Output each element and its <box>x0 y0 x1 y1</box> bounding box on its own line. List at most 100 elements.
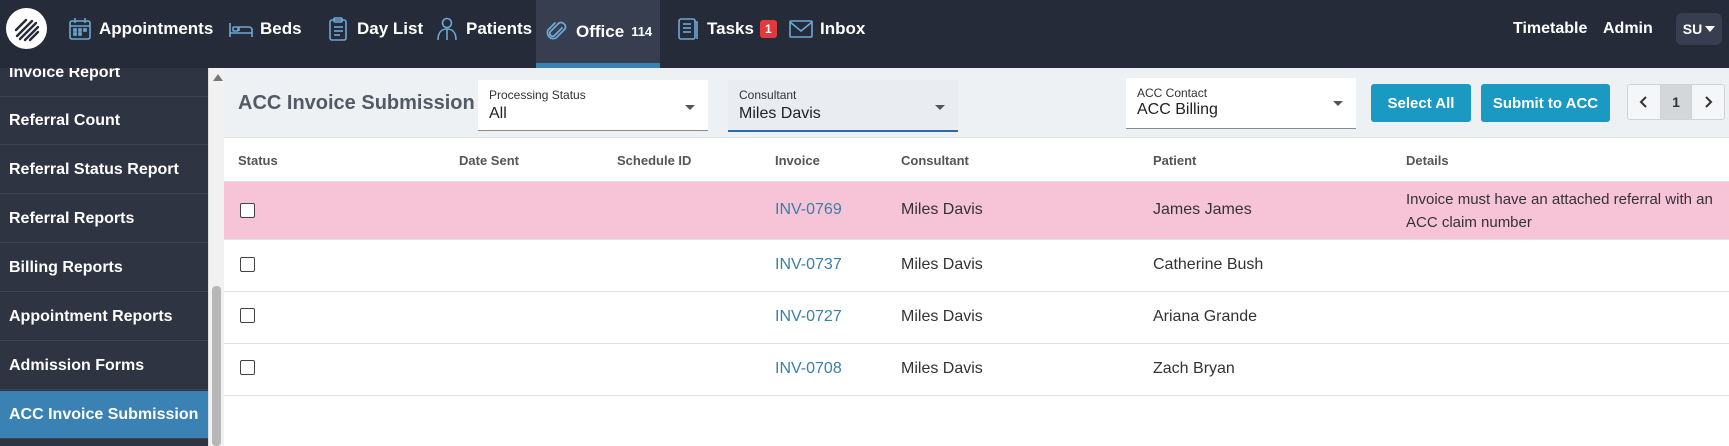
table-row[interactable]: INV-0708 Miles Davis Zach Bryan <box>224 344 1729 396</box>
sidebar-item-appointment-reports[interactable]: Appointment Reports <box>0 293 208 341</box>
next-page-button[interactable] <box>1692 85 1724 119</box>
nav-office[interactable]: Office 114 <box>536 0 661 68</box>
nav-beds[interactable]: Beds <box>228 0 302 58</box>
consultant-cell: Miles Davis <box>901 201 983 218</box>
nav-label: Appointments <box>99 19 214 38</box>
office-count-badge: 114 <box>631 24 653 39</box>
sidebar-item-admission-forms[interactable]: Admission Forms <box>0 342 208 390</box>
consultant-cell: Miles Davis <box>901 360 983 377</box>
admin-link[interactable]: Admin <box>1603 0 1653 58</box>
table-row[interactable]: INV-0769 Miles Davis James James Invoice… <box>224 182 1729 240</box>
scroll-up-arrow-icon[interactable] <box>213 74 223 81</box>
invoice-table: Status Date Sent Schedule ID Invoice Con… <box>224 139 1729 446</box>
calendar-icon <box>69 18 91 40</box>
column-header-invoice[interactable]: Invoice <box>775 153 820 168</box>
pagination: 1 <box>1627 84 1725 120</box>
column-header-consultant[interactable]: Consultant <box>901 153 969 168</box>
processing-status-select[interactable]: Processing Status All <box>478 80 708 131</box>
app-logo[interactable] <box>6 8 47 49</box>
column-header-status[interactable]: Status <box>238 153 278 168</box>
patient-cell: Zach Bryan <box>1153 360 1235 377</box>
sidebar-item-label: ACC Invoice Submission <box>9 405 199 423</box>
sidebar-item-acc-invoice-submission[interactable]: ACC Invoice Submission <box>0 391 208 439</box>
sidebar-item-label: Referral Count <box>9 111 121 129</box>
invoice-link[interactable]: INV-0708 <box>775 360 842 378</box>
row-checkbox[interactable] <box>240 257 255 272</box>
sidebar-item-referral-reports[interactable]: Referral Reports <box>0 195 208 243</box>
select-value: Miles Davis <box>739 105 821 122</box>
nav-appointments[interactable]: Appointments <box>67 0 213 58</box>
nav-label: Day List <box>357 19 424 38</box>
column-header-patient[interactable]: Patient <box>1153 153 1196 168</box>
row-checkbox[interactable] <box>240 308 255 323</box>
patient-cell: Ariana Grande <box>1153 308 1258 325</box>
select-all-button[interactable]: Select All <box>1371 84 1471 122</box>
sidebar-item-label: Referral Reports <box>9 209 135 227</box>
invoice-link[interactable]: INV-0769 <box>775 201 842 219</box>
current-page[interactable]: 1 <box>1660 85 1692 119</box>
person-icon <box>437 17 457 41</box>
table-row[interactable]: INV-0737 Miles Davis Catherine Bush <box>224 240 1729 292</box>
sidebar-item-referral-status-report[interactable]: Referral Status Report <box>0 146 208 194</box>
nav-label: Patients <box>466 19 533 38</box>
timetable-link[interactable]: Timetable <box>1513 0 1587 58</box>
sidebar-item-label: Appointment Reports <box>9 307 173 325</box>
nav-tasks[interactable]: Tasks 1 <box>675 0 777 58</box>
select-value: ACC Billing <box>1137 101 1218 118</box>
acc-contact-select[interactable]: ACC Contact ACC Billing <box>1126 78 1356 129</box>
select-label: ACC Contact <box>1137 86 1208 100</box>
table-row[interactable]: INV-0727 Miles Davis Ariana Grande <box>224 292 1729 344</box>
table-header: Status Date Sent Schedule ID Invoice Con… <box>224 139 1729 182</box>
page-title: ACC Invoice Submission <box>238 92 475 114</box>
user-menu-button[interactable]: SU <box>1676 13 1722 45</box>
select-label: Consultant <box>739 88 797 102</box>
top-navigation-bar: Appointments Beds Day List Patients Offi… <box>0 0 1729 68</box>
sidebar: Invoice Report Referral Count Referral S… <box>0 68 208 446</box>
nav-label: Beds <box>260 19 302 38</box>
submit-to-acc-button[interactable]: Submit to ACC <box>1481 84 1610 122</box>
sidebar-item-label: Billing Reports <box>9 258 123 276</box>
dropdown-arrow-icon <box>1333 101 1343 106</box>
nav-day-list[interactable]: Day List <box>325 0 423 58</box>
chevron-left-icon <box>1639 96 1647 108</box>
envelope-icon <box>789 20 813 38</box>
list-icon <box>678 18 698 40</box>
invoice-link[interactable]: INV-0727 <box>775 308 842 326</box>
consultant-cell: Miles Davis <box>901 256 983 273</box>
nav-label: Inbox <box>820 19 866 38</box>
dropdown-arrow-icon <box>935 105 945 110</box>
column-header-schedule-id[interactable]: Schedule ID <box>617 153 691 168</box>
nav-inbox[interactable]: Inbox <box>788 0 865 58</box>
sidebar-scrollbar[interactable] <box>208 68 224 446</box>
consultant-cell: Miles Davis <box>901 308 983 325</box>
scrollbar-thumb[interactable] <box>212 286 221 446</box>
row-checkbox[interactable] <box>240 203 255 218</box>
bed-icon <box>229 23 253 37</box>
caret-down-icon <box>1705 26 1716 32</box>
details-cell: Invoice must have an attached referral w… <box>1406 191 1713 231</box>
previous-page-button[interactable] <box>1628 85 1660 119</box>
page-header: ACC Invoice Submission Processing Status… <box>224 68 1729 138</box>
user-initials: SU <box>1682 21 1703 37</box>
tasks-count-badge: 1 <box>759 20 777 38</box>
sidebar-item-invoice-report[interactable]: Invoice Report <box>0 68 208 97</box>
row-checkbox[interactable] <box>240 360 255 375</box>
column-header-details[interactable]: Details <box>1406 153 1449 168</box>
sidebar-item-label: Referral Status Report <box>9 160 179 178</box>
invoice-link[interactable]: INV-0737 <box>775 256 842 274</box>
consultant-select[interactable]: Consultant Miles Davis <box>728 80 958 132</box>
chevron-right-icon <box>1705 96 1713 108</box>
sidebar-item-label: Admission Forms <box>9 356 145 374</box>
sidebar-item-referral-count[interactable]: Referral Count <box>0 97 208 145</box>
sidebar-item-label: Invoice Report <box>9 68 121 81</box>
paperclip-icon <box>546 21 567 39</box>
sidebar-item-billing-reports[interactable]: Billing Reports <box>0 244 208 292</box>
select-label: Processing Status <box>489 88 586 102</box>
patient-cell: James James <box>1153 201 1252 218</box>
nav-patients[interactable]: Patients <box>434 0 532 58</box>
column-header-date-sent[interactable]: Date Sent <box>459 153 519 168</box>
nav-label: Office <box>576 21 625 41</box>
patient-cell: Catherine Bush <box>1153 256 1264 273</box>
logo-icon <box>14 18 39 41</box>
select-value: All <box>489 105 507 122</box>
